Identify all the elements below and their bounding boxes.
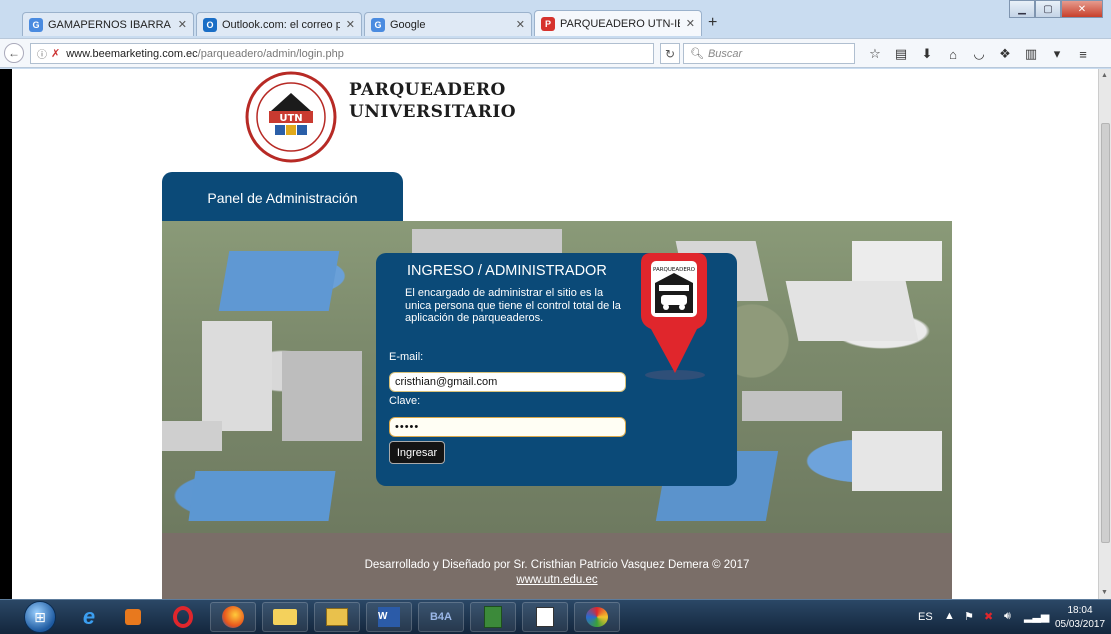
admin-panel-tab: Panel de Administración bbox=[162, 172, 403, 227]
info-icon[interactable]: ⓘ bbox=[37, 46, 47, 61]
file-manager-icon[interactable] bbox=[314, 602, 360, 632]
close-tab-icon[interactable]: ✕ bbox=[178, 18, 187, 31]
bookmarks-list-icon[interactable]: ▤ bbox=[890, 44, 912, 64]
tab-bar: G GAMAPERNOS IBARRA - B... ✕ O Outlook.c… bbox=[0, 8, 1111, 36]
internet-explorer-icon[interactable]: e bbox=[66, 602, 112, 632]
signal-strength-icon[interactable]: ▂▃▅ bbox=[1024, 610, 1049, 623]
maximize-icon[interactable]: ▢ bbox=[1035, 0, 1061, 18]
close-tab-icon[interactable]: ✕ bbox=[686, 17, 695, 30]
tab-outlook[interactable]: O Outlook.com: el correo per... ✕ bbox=[196, 12, 362, 36]
site-title-line1: PARQUEADERO bbox=[349, 80, 506, 100]
tab-title: GAMAPERNOS IBARRA - B... bbox=[48, 18, 172, 31]
tab-parqueadero[interactable]: P PARQUEADERO UTN-IBAR... ✕ bbox=[534, 10, 702, 36]
tab-google[interactable]: G Google ✕ bbox=[364, 12, 532, 36]
b4a-icon[interactable]: B4A bbox=[418, 602, 464, 632]
show-hidden-icons-icon[interactable]: ▲ bbox=[944, 610, 955, 622]
paint-icon[interactable] bbox=[574, 602, 620, 632]
browser-chrome: G GAMAPERNOS IBARRA - B... ✕ O Outlook.c… bbox=[0, 0, 1111, 69]
parking-map-pin-icon: PARQUEADERO bbox=[641, 253, 707, 380]
url-host: www.beemarketing.com.ec bbox=[66, 47, 198, 60]
scroll-up-icon[interactable]: ▲ bbox=[1101, 72, 1108, 79]
pocket-icon[interactable]: ◡ bbox=[968, 44, 990, 64]
tab-title: Outlook.com: el correo per... bbox=[222, 18, 340, 31]
site-title: PARQUEADERO UNIVERSITARIO bbox=[349, 79, 516, 123]
email-label: E-mail: bbox=[389, 351, 424, 363]
close-window-icon[interactable]: ✕ bbox=[1061, 0, 1103, 18]
windows-explorer-icon[interactable] bbox=[262, 602, 308, 632]
installer-icon[interactable] bbox=[470, 602, 516, 632]
action-center-icon[interactable]: ⚑ bbox=[964, 610, 974, 623]
search-bar[interactable]: 🔍︎ Buscar bbox=[683, 43, 855, 64]
logo-text: UTN bbox=[279, 113, 302, 124]
search-placeholder: Buscar bbox=[707, 47, 743, 60]
reload-icon[interactable]: ↻ bbox=[660, 43, 680, 64]
tab-gamapernos[interactable]: G GAMAPERNOS IBARRA - B... ✕ bbox=[22, 12, 194, 36]
clock-date[interactable]: 05/03/2017 bbox=[1053, 619, 1107, 630]
utn-website-link[interactable]: www.utn.edu.ec bbox=[162, 574, 952, 586]
password-label: Clave: bbox=[389, 395, 421, 407]
scroll-down-icon[interactable]: ▼ bbox=[1101, 589, 1108, 596]
login-title: INGRESO / ADMINISTRADOR bbox=[407, 263, 607, 279]
page-scrollbar[interactable]: ▲ ▼ bbox=[1098, 69, 1111, 599]
address-bar[interactable]: ⓘ ✗ www.beemarketing.com.ec/parqueadero/… bbox=[30, 43, 654, 64]
back-arrow-icon[interactable]: ← bbox=[4, 43, 24, 63]
window-controls: ▁ ▢ ✕ bbox=[1009, 0, 1103, 18]
language-indicator[interactable]: ES bbox=[918, 611, 933, 623]
start-button[interactable]: ⊞ bbox=[24, 601, 56, 633]
utn-seal-logo: UTN bbox=[245, 71, 337, 163]
scrollbar-thumb[interactable] bbox=[1101, 123, 1110, 543]
volume-icon[interactable]: 🔊︎ bbox=[1004, 610, 1011, 623]
email-field[interactable] bbox=[389, 372, 626, 392]
tab-title: PARQUEADERO UTN-IBAR... bbox=[560, 17, 680, 30]
network-warning-icon[interactable]: ✖ bbox=[984, 610, 993, 623]
toolbar-icons: ☆ ▤ ⬇ ⌂ ◡ ❖ ▥ ▾ ≡ bbox=[864, 44, 1098, 64]
opera-icon[interactable] bbox=[160, 602, 206, 632]
google-favicon-icon: G bbox=[29, 17, 43, 32]
extension-icon[interactable]: ❖ bbox=[994, 44, 1016, 64]
search-icon: 🔍︎ bbox=[690, 48, 704, 60]
close-tab-icon[interactable]: ✕ bbox=[516, 18, 525, 31]
word-icon[interactable]: W bbox=[366, 602, 412, 632]
document-app-icon[interactable] bbox=[522, 602, 568, 632]
media-player-icon[interactable] bbox=[110, 602, 156, 632]
minimize-icon[interactable]: ▁ bbox=[1009, 0, 1035, 18]
footer-credit: Desarrollado y Diseñado por Sr. Cristhia… bbox=[364, 559, 750, 571]
url-path: /parqueadero/admin/login.php bbox=[197, 47, 344, 60]
home-icon[interactable]: ⌂ bbox=[942, 44, 964, 64]
page-footer: Desarrollado y Diseñado por Sr. Cristhia… bbox=[162, 533, 952, 599]
system-tray: ES ▲ ⚑ ✖ 🔊︎ ▂▃▅ 18:04 05/03/2017 bbox=[912, 600, 1111, 634]
outlook-favicon-icon: O bbox=[203, 17, 217, 32]
google-favicon-icon: G bbox=[371, 17, 385, 32]
firefox-icon[interactable] bbox=[210, 602, 256, 632]
navigation-bar: ← ⓘ ✗ www.beemarketing.com.ec/parqueader… bbox=[0, 38, 1111, 68]
page-content: UTN PARQUEADERO UNIVERSITARIO Panel de A… bbox=[12, 69, 1098, 599]
overflow-chevron-icon[interactable]: ▾ bbox=[1046, 44, 1068, 64]
clock-time[interactable]: 18:04 bbox=[1057, 605, 1103, 616]
windows-taskbar: ⊞ e W B4A ES ▲ ⚑ ✖ 🔊︎ ▂▃▅ 18:04 05/03/20… bbox=[0, 599, 1111, 634]
login-submit-button[interactable]: Ingresar bbox=[389, 441, 445, 464]
login-description: El encargado de administrar el sitio es … bbox=[405, 287, 621, 324]
menu-hamburger-icon[interactable]: ≡ bbox=[1072, 44, 1094, 64]
password-field[interactable] bbox=[389, 417, 626, 437]
insecure-lock-icon[interactable]: ✗ bbox=[51, 47, 60, 60]
parqueadero-favicon-icon: P bbox=[541, 16, 555, 31]
library-icon[interactable]: ▥ bbox=[1020, 44, 1042, 64]
tab-title: Google bbox=[390, 18, 426, 31]
new-tab-button[interactable]: + bbox=[708, 14, 717, 32]
bookmark-star-icon[interactable]: ☆ bbox=[864, 44, 886, 64]
close-tab-icon[interactable]: ✕ bbox=[346, 18, 355, 31]
site-title-line2: UNIVERSITARIO bbox=[349, 102, 517, 122]
pin-label: PARQUEADERO bbox=[653, 267, 696, 273]
download-icon[interactable]: ⬇ bbox=[916, 44, 938, 64]
